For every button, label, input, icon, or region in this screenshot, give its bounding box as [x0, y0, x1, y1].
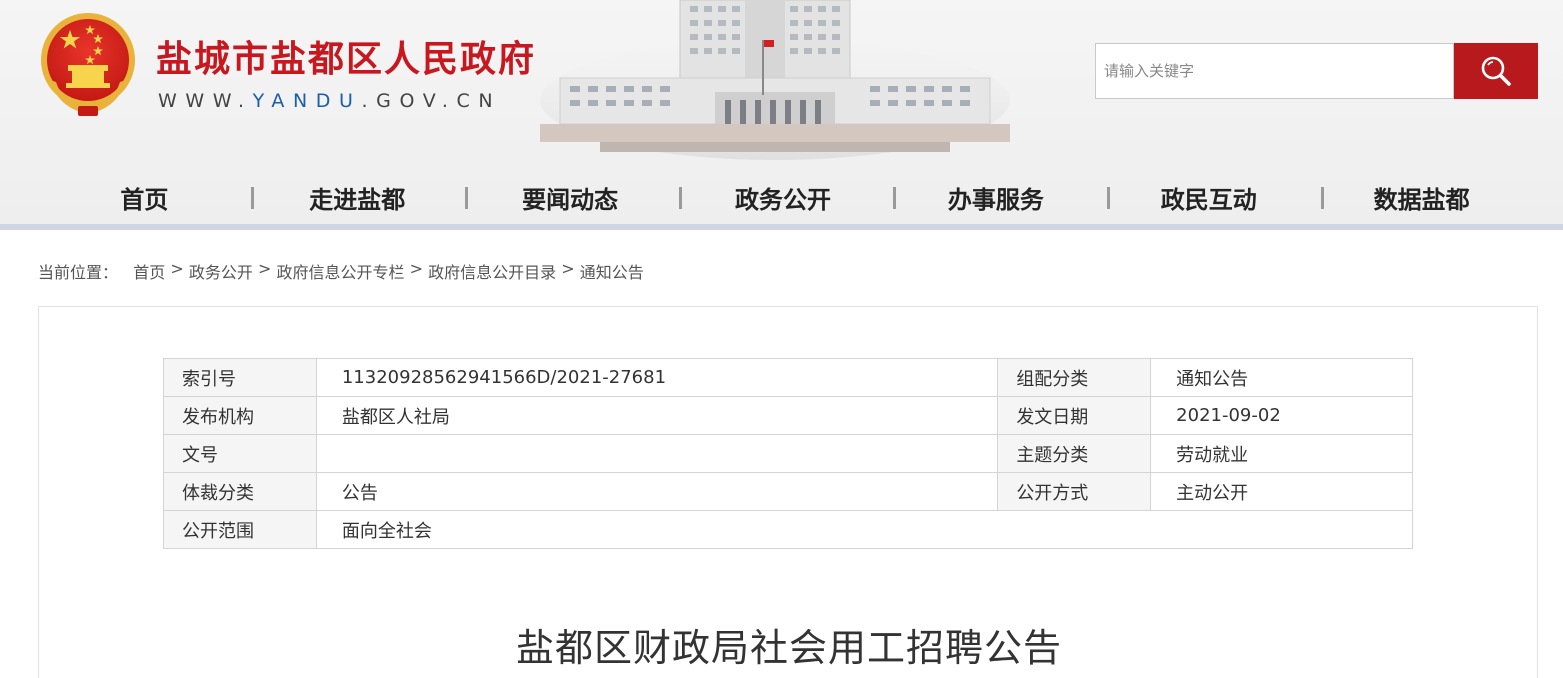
article-title: 盐都区财政局社会用工招聘公告 — [515, 626, 1062, 670]
category-label: 组配分类 — [997, 358, 1152, 397]
breadcrumb-separator: > — [409, 259, 424, 278]
genre-value: 公告 — [315, 472, 999, 511]
site-title[interactable]: 盐城市盐都区人民政府 — [156, 30, 536, 82]
breadcrumb-separator: > — [561, 259, 575, 278]
scope-value: 面向全社会 — [315, 510, 1414, 549]
table-row: 公开范围 面向全社会 — [163, 510, 1414, 549]
issue-date-label: 发文日期 — [997, 396, 1152, 435]
national-emblem-icon — [41, 13, 135, 116]
disclosure-method-label: 公开方式 — [997, 472, 1152, 511]
content-panel: 索引号 1132092856294156​6D/2021-27681 组配分类 … — [38, 306, 1538, 678]
url-prefix: WWW. — [158, 90, 253, 112]
site-url: WWW.YANDU.GOV.CN — [158, 90, 501, 112]
nav-divider — [251, 187, 254, 209]
topic-label: 主题分类 — [997, 434, 1152, 473]
nav-item-gov-affairs[interactable]: 政务公开 — [677, 180, 890, 224]
breadcrumb-item-notices[interactable]: 通知公告 — [580, 259, 644, 283]
nav-item-news[interactable]: 要闻动态 — [464, 180, 677, 224]
index-label: 索引号 — [163, 358, 317, 397]
disclosure-method-value: 主动公开 — [1150, 472, 1413, 511]
url-suffix: .GOV.CN — [361, 90, 502, 112]
scope-label: 公开范围 — [163, 510, 317, 549]
nav-item-services[interactable]: 办事服务 — [889, 180, 1102, 224]
search-input[interactable] — [1095, 43, 1454, 99]
nav-divider — [893, 187, 896, 209]
header-divider — [0, 224, 1563, 230]
site-header: 盐城市盐都区人民政府 WWW.YANDU.GOV.CN 请输入关键字 首页 走进… — [0, 0, 1563, 228]
nav-item-about[interactable]: 走进盐都 — [251, 180, 464, 224]
breadcrumb-item-info-catalog[interactable]: 政府信息公开目录 — [428, 259, 556, 283]
breadcrumb-item-home[interactable]: 首页 — [133, 259, 165, 283]
doc-number-label: 文号 — [163, 434, 317, 473]
category-value: 通知公告 — [1150, 358, 1413, 397]
genre-label: 体裁分类 — [163, 472, 317, 511]
table-row: 文号 主题分类 劳动就业 — [163, 434, 1413, 473]
nav-divider — [1107, 187, 1110, 209]
nav-divider — [1321, 187, 1324, 209]
nav-divider — [465, 187, 468, 209]
breadcrumb-item-info-column[interactable]: 政府信息公开专栏 — [277, 259, 405, 283]
table-row: 索引号 1132092856294156​6D/2021-27681 组配分类 … — [163, 358, 1413, 397]
table-row: 体裁分类 公告 公开方式 主动公开 — [163, 472, 1413, 511]
breadcrumb-prefix: 当前位置： — [38, 263, 119, 282]
table-row: 发布机构 盐都区人社局 发文日期 2021-09-02 — [163, 396, 1413, 435]
search-icon — [1481, 56, 1511, 86]
breadcrumb: 当前位置： 首页 > 政务公开 > 政府信息公开专栏 > 政府信息公开目录 > … — [38, 259, 644, 283]
nav-divider — [679, 187, 682, 209]
publisher-label: 发布机构 — [163, 396, 317, 435]
breadcrumb-separator: > — [170, 259, 184, 278]
government-building-banner — [540, 0, 1010, 160]
publisher-value: 盐都区人社局 — [315, 396, 999, 435]
nav-item-home[interactable]: 首页 — [38, 180, 251, 224]
info-table: 索引号 1132092856294156​6D/2021-27681 组配分类 … — [163, 358, 1414, 549]
doc-number-value — [315, 434, 999, 473]
nav-item-data[interactable]: 数据盐都 — [1315, 180, 1528, 224]
main-nav: 首页 走进盐都 要闻动态 政务公开 办事服务 政民互动 数据盐都 — [38, 180, 1528, 224]
search-button[interactable] — [1454, 43, 1538, 99]
breadcrumb-item-gov-affairs[interactable]: 政务公开 — [189, 259, 253, 283]
index-value: 1132092856294156​6D/2021-27681 — [315, 358, 999, 397]
nav-item-interaction[interactable]: 政民互动 — [1102, 180, 1315, 224]
breadcrumb-separator: > — [258, 259, 272, 278]
topic-value: 劳动就业 — [1150, 434, 1413, 473]
issue-date-value: 2021-09-02 — [1150, 396, 1413, 435]
url-highlight: YANDU — [252, 90, 362, 112]
